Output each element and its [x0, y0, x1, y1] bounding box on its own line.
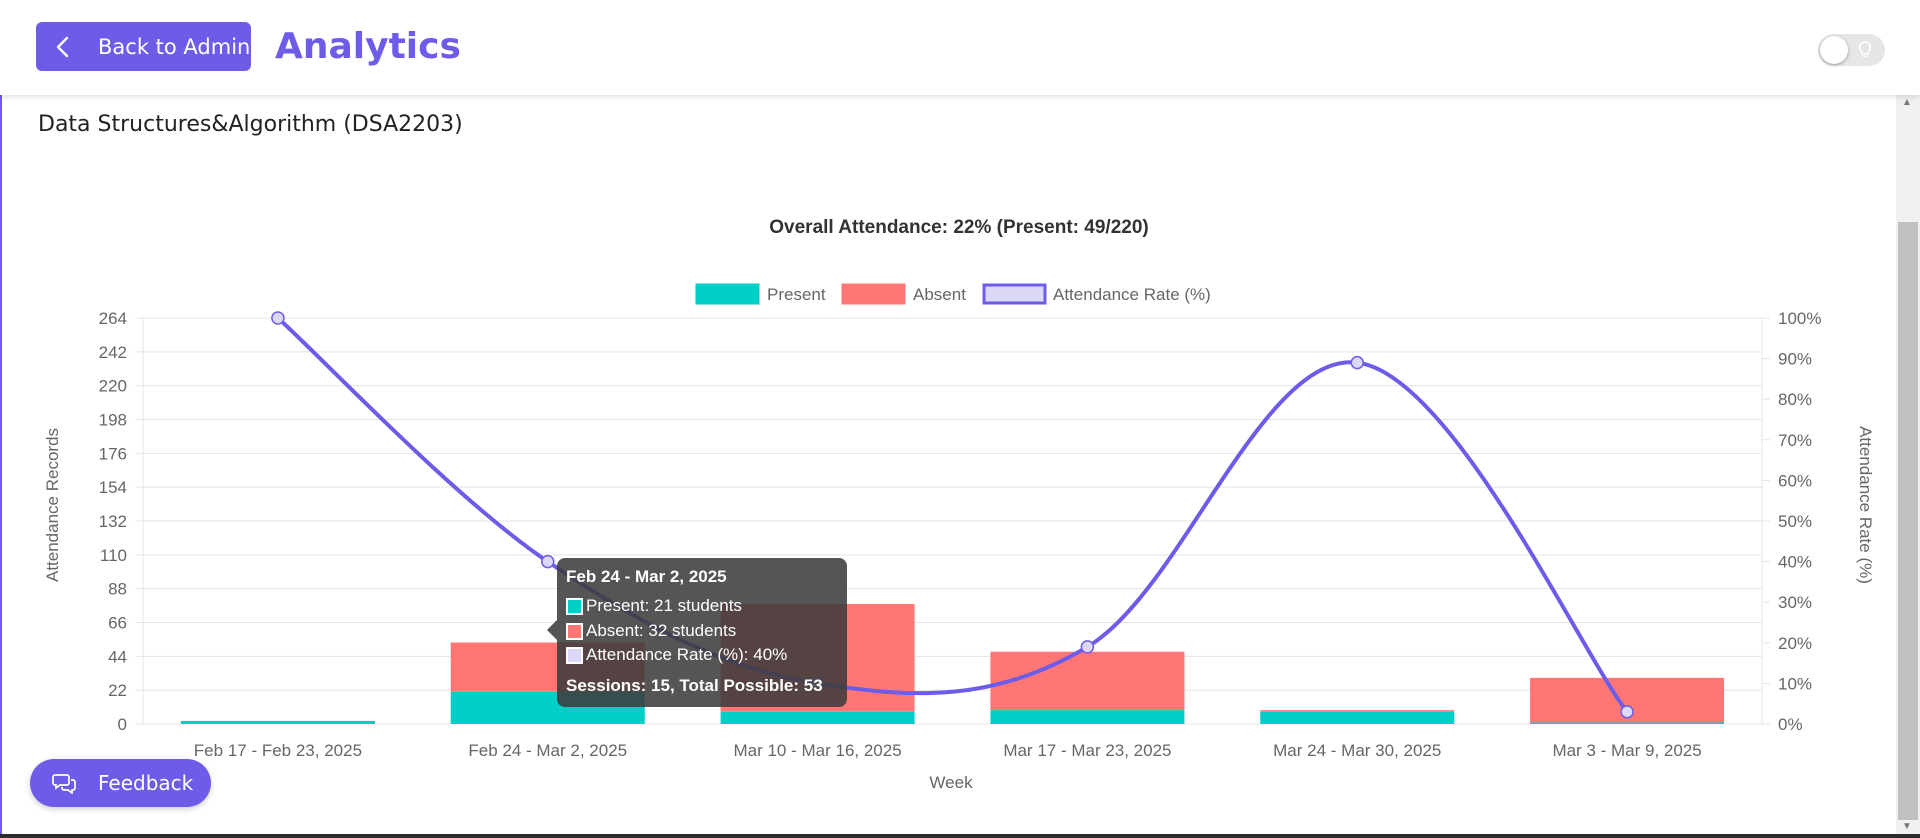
y2-tick-label: 80% [1778, 390, 1812, 409]
legend-label: Present [767, 285, 826, 304]
rate-point [271, 311, 285, 325]
x-tick-label: Feb 17 - Feb 23, 2025 [194, 741, 362, 760]
scroll-up-icon[interactable]: ▲ [1902, 97, 1912, 108]
back-button-label: Back to Admin [98, 34, 251, 59]
rate-point [1620, 705, 1634, 719]
present-bar [720, 711, 915, 724]
absent-bar [990, 651, 1185, 711]
legend-swatch [841, 283, 906, 305]
y2-tick-label: 70% [1778, 431, 1812, 450]
back-to-admin-button[interactable]: Back to Admin [36, 22, 251, 71]
y-tick-label: 242 [99, 343, 127, 362]
bottom-strip [0, 834, 1920, 838]
y-tick-label: 0 [118, 715, 127, 734]
page-scrollbar[interactable]: ▲ ▼ [1896, 95, 1920, 838]
rate-swatch [566, 646, 583, 664]
tooltip-row-present: Present: 21 students [566, 596, 742, 616]
chart-title: Overall Attendance: 22% (Present: 49/220… [769, 217, 1148, 238]
lightbulb-icon [1858, 41, 1872, 64]
rate-point [1350, 355, 1364, 370]
y-tick-label: 44 [108, 647, 127, 666]
rate-point [1080, 640, 1095, 654]
y2-tick-label: 100% [1778, 309, 1821, 328]
y-tick-label: 88 [108, 580, 127, 599]
y2-tick-label: 30% [1778, 593, 1812, 612]
chat-bubbles-icon [52, 772, 76, 794]
y-tick-label: 110 [100, 546, 127, 565]
x-tick-label: Mar 3 - Mar 9, 2025 [1552, 741, 1701, 760]
absent-swatch [566, 622, 583, 640]
y2-axis-label: Attendance Rate (%) [1856, 426, 1875, 584]
tooltip-row-text: Attendance Rate (%): 40% [586, 645, 788, 664]
present-bar [180, 720, 375, 724]
tooltip-footer: Sessions: 15, Total Possible: 53 [566, 676, 823, 695]
scroll-down-icon[interactable]: ▼ [1902, 821, 1912, 832]
absent-bar [1260, 710, 1455, 712]
y-tick-label: 198 [99, 411, 127, 430]
y-tick-label: 22 [108, 681, 127, 700]
tooltip-row-rate: Attendance Rate (%): 40% [566, 645, 787, 665]
toggle-knob [1820, 36, 1848, 64]
present-bar [1530, 722, 1725, 724]
y2-tick-label: 90% [1778, 350, 1812, 369]
y2-tick-label: 20% [1778, 634, 1812, 653]
top-bar: Back to Admin Analytics [0, 0, 1920, 95]
y-tick-label: 264 [99, 309, 127, 328]
x-axis-ticks: Feb 17 - Feb 23, 2025 Feb 24 - Mar 2, 202… [194, 741, 1702, 760]
y-tick-label: 176 [99, 444, 127, 463]
y2-tick-label: 10% [1778, 674, 1812, 693]
y-tick-label: 220 [99, 377, 127, 396]
legend-swatch [695, 283, 760, 305]
y-axis-left-ticks: 264242220198176154132110886644220 [99, 309, 127, 734]
x-tick-label: Feb 24 - Mar 2, 2025 [468, 741, 627, 760]
present-swatch [566, 597, 583, 615]
tooltip-row-text: Absent: 32 students [586, 621, 737, 640]
tooltip-row-absent: Absent: 32 students [566, 621, 736, 641]
present-bar [1260, 711, 1455, 724]
y2-tick-label: 40% [1778, 553, 1812, 572]
x-tick-label: Mar 24 - Mar 30, 2025 [1273, 741, 1441, 760]
legend-label: Attendance Rate (%) [1053, 285, 1211, 304]
page-title: Analytics [275, 26, 461, 67]
x-tick-label: Mar 17 - Mar 23, 2025 [1003, 741, 1171, 760]
chart-tooltip: Feb 24 - Mar 2, 2025 Present: 21 student… [547, 558, 847, 707]
y2-tick-label: 50% [1778, 512, 1812, 531]
present-bar [990, 710, 1185, 724]
chart-grid [135, 317, 1770, 725]
tooltip-title: Feb 24 - Mar 2, 2025 [566, 567, 727, 586]
chevron-left-icon [54, 36, 88, 58]
theme-toggle[interactable] [1818, 34, 1885, 66]
tooltip-row-text: Present: 21 students [586, 596, 742, 615]
y2-tick-label: 0% [1778, 715, 1803, 734]
y-tick-label: 66 [108, 614, 127, 633]
legend-label: Absent [913, 285, 966, 304]
legend-swatch [982, 283, 1047, 305]
scrollbar-thumb[interactable] [1898, 222, 1918, 820]
feedback-label: Feedback [98, 771, 194, 795]
y-axis-label: Attendance Records [43, 428, 62, 582]
chart-legend: Present Absent Attendance Rate (%) [695, 283, 1211, 305]
y-tick-label: 154 [99, 478, 127, 497]
attendance-chart: Overall Attendance: 22% (Present: 49/220… [43, 217, 1875, 792]
feedback-button[interactable]: Feedback [30, 759, 211, 807]
x-axis-label: Week [929, 773, 973, 792]
rate-point [541, 554, 555, 569]
y2-tick-label: 60% [1778, 471, 1812, 490]
y-axis-right-ticks: 100% 90% 80% 70% 60% 50% 40% 30% 20% 10% 0% [1778, 309, 1821, 734]
x-tick-label: Mar 10 - Mar 16, 2025 [733, 741, 901, 760]
y-tick-label: 132 [99, 512, 127, 531]
